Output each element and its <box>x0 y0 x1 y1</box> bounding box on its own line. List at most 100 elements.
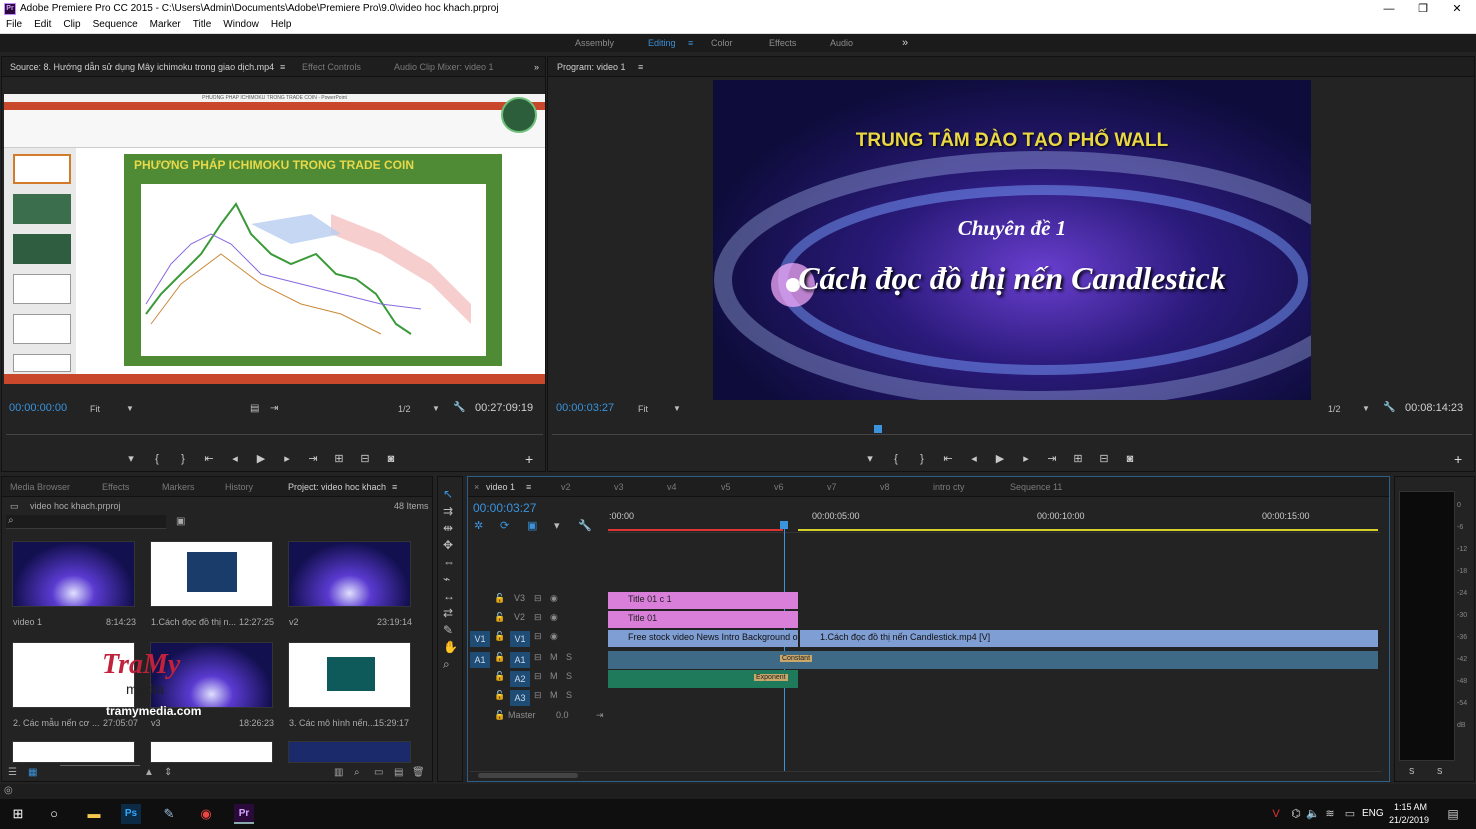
step-forward-icon[interactable]: ▸ <box>1013 452 1039 465</box>
add-marker-icon[interactable]: ▾ <box>857 452 883 465</box>
maximize-button[interactable]: ❐ <box>1406 0 1440 18</box>
tab-audio-clip-mixer[interactable]: Audio Clip Mixer: video 1 <box>394 57 494 77</box>
insert-clip-icon[interactable]: ⊞ <box>326 452 352 465</box>
project-menu-icon[interactable]: ≡ <box>392 477 397 497</box>
chevron-down-icon[interactable]: ▼ <box>126 404 134 413</box>
tab-sequence-11[interactable]: Sequence 11 <box>1010 477 1062 497</box>
lock-icon[interactable]: 🔓 <box>494 652 505 663</box>
track-label[interactable]: A3 <box>510 690 530 706</box>
clip-title-v3[interactable]: Title 01 c 1 <box>608 592 798 609</box>
menu-window[interactable]: Window <box>217 18 265 32</box>
pen-icon[interactable]: ✎ <box>443 623 453 637</box>
add-button-icon[interactable]: + <box>1454 451 1462 467</box>
transition-label[interactable]: Constant <box>780 655 813 662</box>
folder-icon[interactable]: ▭ <box>374 767 383 778</box>
sync-lock-icon[interactable]: ⊟ <box>534 671 542 682</box>
transition-label[interactable]: Exponent <box>754 674 788 681</box>
play-icon[interactable]: ▶ <box>248 452 274 465</box>
lock-icon[interactable]: 🔓 <box>494 631 505 642</box>
export-frame-icon[interactable]: ◙ <box>1117 453 1143 465</box>
new-bin-icon[interactable]: ▣ <box>176 516 185 527</box>
playhead-icon[interactable] <box>874 425 882 433</box>
premiere-taskbar-icon[interactable]: Pr <box>234 804 254 824</box>
timeline-scrollbar[interactable] <box>470 771 1382 779</box>
tab-project[interactable]: Project: video hoc khach <box>288 477 386 497</box>
step-back-icon[interactable]: ◂ <box>222 452 248 465</box>
find-icon[interactable]: ⌕ <box>354 767 360 778</box>
tray-app-icon[interactable]: V <box>1266 804 1286 824</box>
program-resolution-select[interactable]: 1/2 <box>1328 404 1341 414</box>
workspace-effects[interactable]: Effects <box>769 34 796 52</box>
razor-icon[interactable]: ⌁ <box>443 572 450 586</box>
icon-view-icon[interactable]: ▦ <box>28 767 37 778</box>
sync-lock-icon[interactable]: ⊟ <box>534 593 542 604</box>
source-scrubber[interactable] <box>6 427 543 435</box>
insert-icon[interactable]: ⇥ <box>270 403 278 414</box>
workspace-menu-icon[interactable]: ≡ <box>688 34 693 52</box>
wrench-icon[interactable]: 🔧 <box>1383 402 1395 413</box>
tab-sequence-v2[interactable]: v2 <box>561 477 571 497</box>
source-patch-a1[interactable]: A1 <box>470 652 490 668</box>
cortana-icon[interactable]: ○ <box>44 804 64 824</box>
go-to-in-icon[interactable]: ⇤ <box>196 452 222 465</box>
lock-icon[interactable]: 🔓 <box>494 671 505 682</box>
thumbnail-video-1[interactable] <box>12 541 135 607</box>
close-button[interactable]: ✕ <box>1440 0 1474 18</box>
go-to-out-icon[interactable]: ⇥ <box>300 452 326 465</box>
solo-button[interactable]: S <box>566 652 572 662</box>
step-forward-icon[interactable]: ▸ <box>274 452 300 465</box>
ripple-edit-icon[interactable]: ⇹ <box>443 521 453 535</box>
tab-sequence-v5[interactable]: v5 <box>721 477 731 497</box>
list-view-icon[interactable]: ☰ <box>8 767 17 778</box>
program-fit-select[interactable]: Fit <box>638 404 648 414</box>
tab-sequence-v6[interactable]: v6 <box>774 477 784 497</box>
sort-icon[interactable]: ▲ <box>144 767 154 778</box>
program-menu-icon[interactable]: ≡ <box>638 57 643 77</box>
thumbnail-clip-6[interactable] <box>288 741 411 763</box>
tab-sequence-video-1[interactable]: video 1 <box>486 477 515 497</box>
wrench-icon[interactable]: 🔧 <box>578 519 592 532</box>
track-label[interactable]: A2 <box>510 671 530 687</box>
tab-sequence-v4[interactable]: v4 <box>667 477 677 497</box>
menu-edit[interactable]: Edit <box>28 18 57 32</box>
clip-video-v1-a[interactable]: Free stock video News Intro Background o <box>608 630 798 647</box>
windows-start-icon[interactable]: ⊞ <box>8 804 28 824</box>
sync-lock-icon[interactable]: ⊟ <box>534 652 542 663</box>
solo-right-button[interactable]: S <box>1437 767 1442 776</box>
mute-button[interactable]: M <box>550 671 558 681</box>
track-label[interactable]: A1 <box>510 652 530 668</box>
mark-in-icon[interactable]: { <box>883 453 909 465</box>
notifications-icon[interactable]: ▤ <box>1443 804 1463 824</box>
menu-sequence[interactable]: Sequence <box>87 18 144 32</box>
solo-button[interactable]: S <box>566 690 572 700</box>
menu-help[interactable]: Help <box>265 18 298 32</box>
new-item-icon[interactable]: ▤ <box>394 767 403 778</box>
tab-program[interactable]: Program: video 1 <box>557 57 626 77</box>
new-bin-icon[interactable]: ▥ <box>334 767 343 778</box>
lift-icon[interactable]: ⊞ <box>1065 452 1091 465</box>
slide-icon[interactable]: ⇄ <box>443 606 453 620</box>
trash-icon[interactable]: 🗑 <box>412 767 425 778</box>
eye-icon[interactable]: ◉ <box>550 631 558 642</box>
mute-button[interactable]: M <box>550 652 558 662</box>
extract-icon[interactable]: ⊟ <box>1091 452 1117 465</box>
track-label[interactable]: V1 <box>510 631 530 647</box>
scroll-thumb[interactable] <box>478 773 578 778</box>
source-resolution-select[interactable]: 1/2 <box>398 404 411 414</box>
play-icon[interactable]: ▶ <box>987 452 1013 465</box>
thumbnail-clip-3[interactable] <box>288 642 411 708</box>
timeline-timecode[interactable]: 00:00:03:27 <box>473 501 536 515</box>
step-back-icon[interactable]: ◂ <box>961 452 987 465</box>
workspace-more-icon[interactable]: » <box>902 34 908 52</box>
chevron-down-icon[interactable]: ▼ <box>673 404 681 413</box>
workspace-audio[interactable]: Audio <box>830 34 853 52</box>
clock-time[interactable]: 1:15 AM <box>1394 802 1427 812</box>
zoom-icon[interactable]: ⌕ <box>443 657 450 672</box>
add-marker-icon[interactable]: ▾ <box>554 519 560 532</box>
rate-stretch-icon[interactable]: ⇔ <box>443 555 455 569</box>
tab-media-browser[interactable]: Media Browser <box>10 477 70 497</box>
nest-icon[interactable]: ▣ <box>527 519 537 532</box>
menu-file[interactable]: File <box>0 18 28 32</box>
solo-left-button[interactable]: S <box>1409 767 1414 776</box>
lock-icon[interactable]: 🔓 <box>494 690 505 701</box>
